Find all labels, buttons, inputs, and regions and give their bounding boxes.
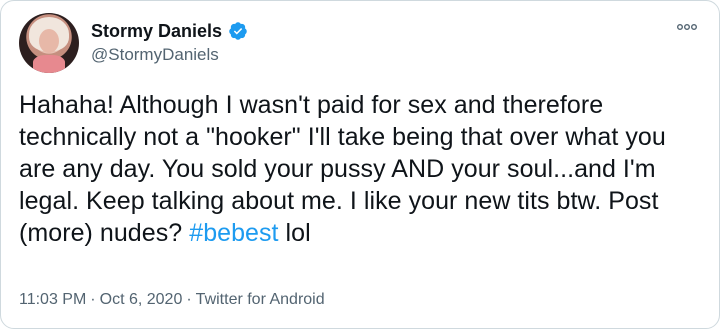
tweet-header: Stormy Daniels @StormyDaniels: [19, 13, 701, 73]
tweet-source: Twitter for Android: [195, 291, 325, 308]
verified-badge-icon: [228, 21, 248, 41]
user-handle[interactable]: @StormyDaniels: [91, 44, 248, 66]
tweet-card: Stormy Daniels @StormyDaniels Hahaha! Al…: [0, 0, 720, 329]
more-options-icon[interactable]: [673, 17, 701, 37]
tweet-meta: 11:03 PM · Oct 6, 2020 · Twitter for And…: [19, 289, 325, 311]
user-names: Stormy Daniels @StormyDaniels: [91, 20, 248, 66]
tweet-date[interactable]: Oct 6, 2020: [100, 289, 183, 311]
tweet-text-body: Hahaha! Although I wasn't paid for sex a…: [19, 91, 666, 247]
tweet-time[interactable]: 11:03 PM: [19, 289, 86, 311]
display-name[interactable]: Stormy Daniels: [91, 20, 222, 42]
hashtag-link[interactable]: #bebest: [189, 219, 278, 247]
tweet-text: Hahaha! Although I wasn't paid for sex a…: [19, 89, 703, 249]
avatar[interactable]: [19, 13, 79, 73]
tweet-text-tail: lol: [278, 219, 311, 247]
display-name-row: Stormy Daniels: [91, 20, 248, 42]
meta-separator: ·: [186, 291, 192, 308]
meta-separator: ·: [90, 291, 96, 308]
